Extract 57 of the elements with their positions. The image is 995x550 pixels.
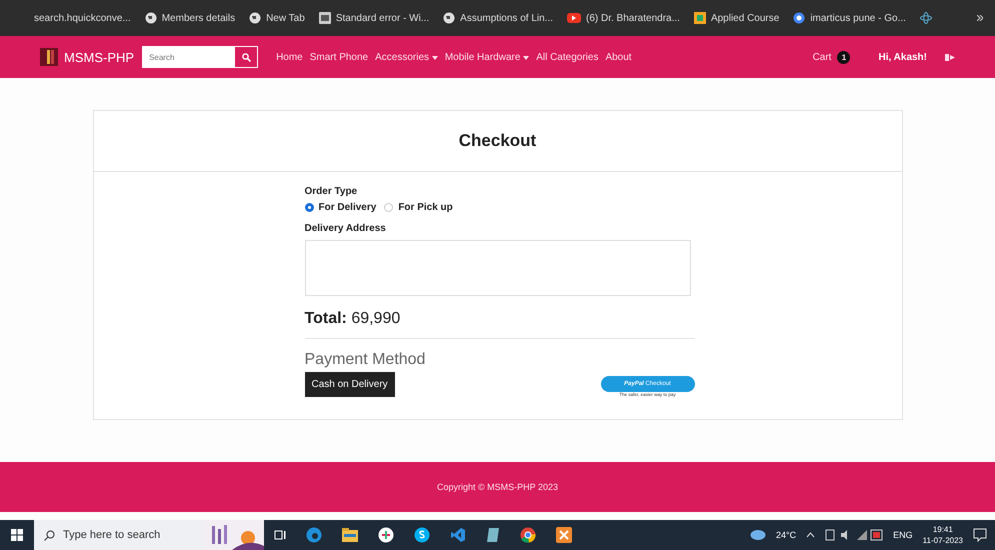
search-icon [44,530,55,540]
globe-icon [443,12,456,24]
weather-icon [750,529,766,541]
search-field[interactable]: Search [142,46,258,68]
play-icon [567,13,581,23]
document-icon [318,12,331,24]
chevron-up-icon[interactable] [806,532,816,538]
temperature: 24°C [776,530,796,540]
google-icon [793,12,806,24]
bookmark-link[interactable]: search.hquickconve... [34,12,131,24]
nav-link[interactable]: Home [276,52,303,62]
order-type-label: Order Type [304,186,358,197]
search-icon [242,52,251,62]
brand-name[interactable]: MSMS-PHP [64,50,134,64]
user-greeting[interactable]: Hi, Akash! [878,52,927,62]
bookmark-link[interactable]: (6) Dr. Bharatendra... [586,12,680,24]
globe-icon [144,12,157,24]
caret-icon [432,56,438,60]
globe-icon [249,12,262,24]
notifications-icon[interactable] [973,528,987,542]
chrome-icon[interactable] [520,527,536,543]
logo-icon [40,48,58,66]
cart-count: 1 [837,50,850,64]
taskbar-search-field[interactable]: Type here to search [34,520,204,550]
nav-link[interactable]: Mobile Hardware [444,52,530,62]
nav-link[interactable]: Accessories [375,52,438,62]
nav-link[interactable]: All Categories [536,52,598,62]
address-field[interactable] [304,240,690,296]
clock[interactable]: 19:41 11-07-2023 [922,524,963,546]
order-type-radio[interactable]: For Pick up [384,202,453,213]
order-type-radio[interactable]: For Delivery [304,202,376,213]
bookmark-link[interactable]: imarticus pune - Go... [810,12,906,24]
skype-icon[interactable] [414,527,430,543]
windows-icon[interactable] [11,529,23,541]
chevron-icon[interactable] [977,15,983,21]
cart-link[interactable]: Cart [812,52,832,62]
bookmark-link[interactable]: New Tab [266,12,305,24]
bookmark-link[interactable]: Standard error - Wi... [336,12,430,24]
address-label: Delivery Address [304,223,387,234]
code-editor-icon[interactable] [450,527,466,543]
logout-icon[interactable] [945,52,955,62]
bookmark-link[interactable]: Assumptions of Lin... [460,12,553,24]
checkout-title: Checkout [458,131,536,151]
nav-link[interactable]: About [605,52,632,62]
language-indicator[interactable]: ENG [893,530,913,540]
order-total: Total: 69,990 [304,310,694,339]
cash-on-delivery-button[interactable]: Cash on Delivery [304,372,395,397]
copyright-text: Copyright © MSMS-PHP 2023 [436,482,558,492]
nav-link[interactable]: Smart Phone [310,52,368,62]
task-view-icon[interactable] [274,529,286,541]
payment-heading: Payment Method [304,351,426,369]
folder-icon[interactable] [342,528,358,542]
bookmark-link[interactable]: Applied Course [710,12,780,24]
course-icon [694,12,706,24]
bookmark-link[interactable]: Members details [162,12,236,24]
tray-icons-drawing[interactable] [825,529,884,541]
caret-icon [523,56,530,60]
